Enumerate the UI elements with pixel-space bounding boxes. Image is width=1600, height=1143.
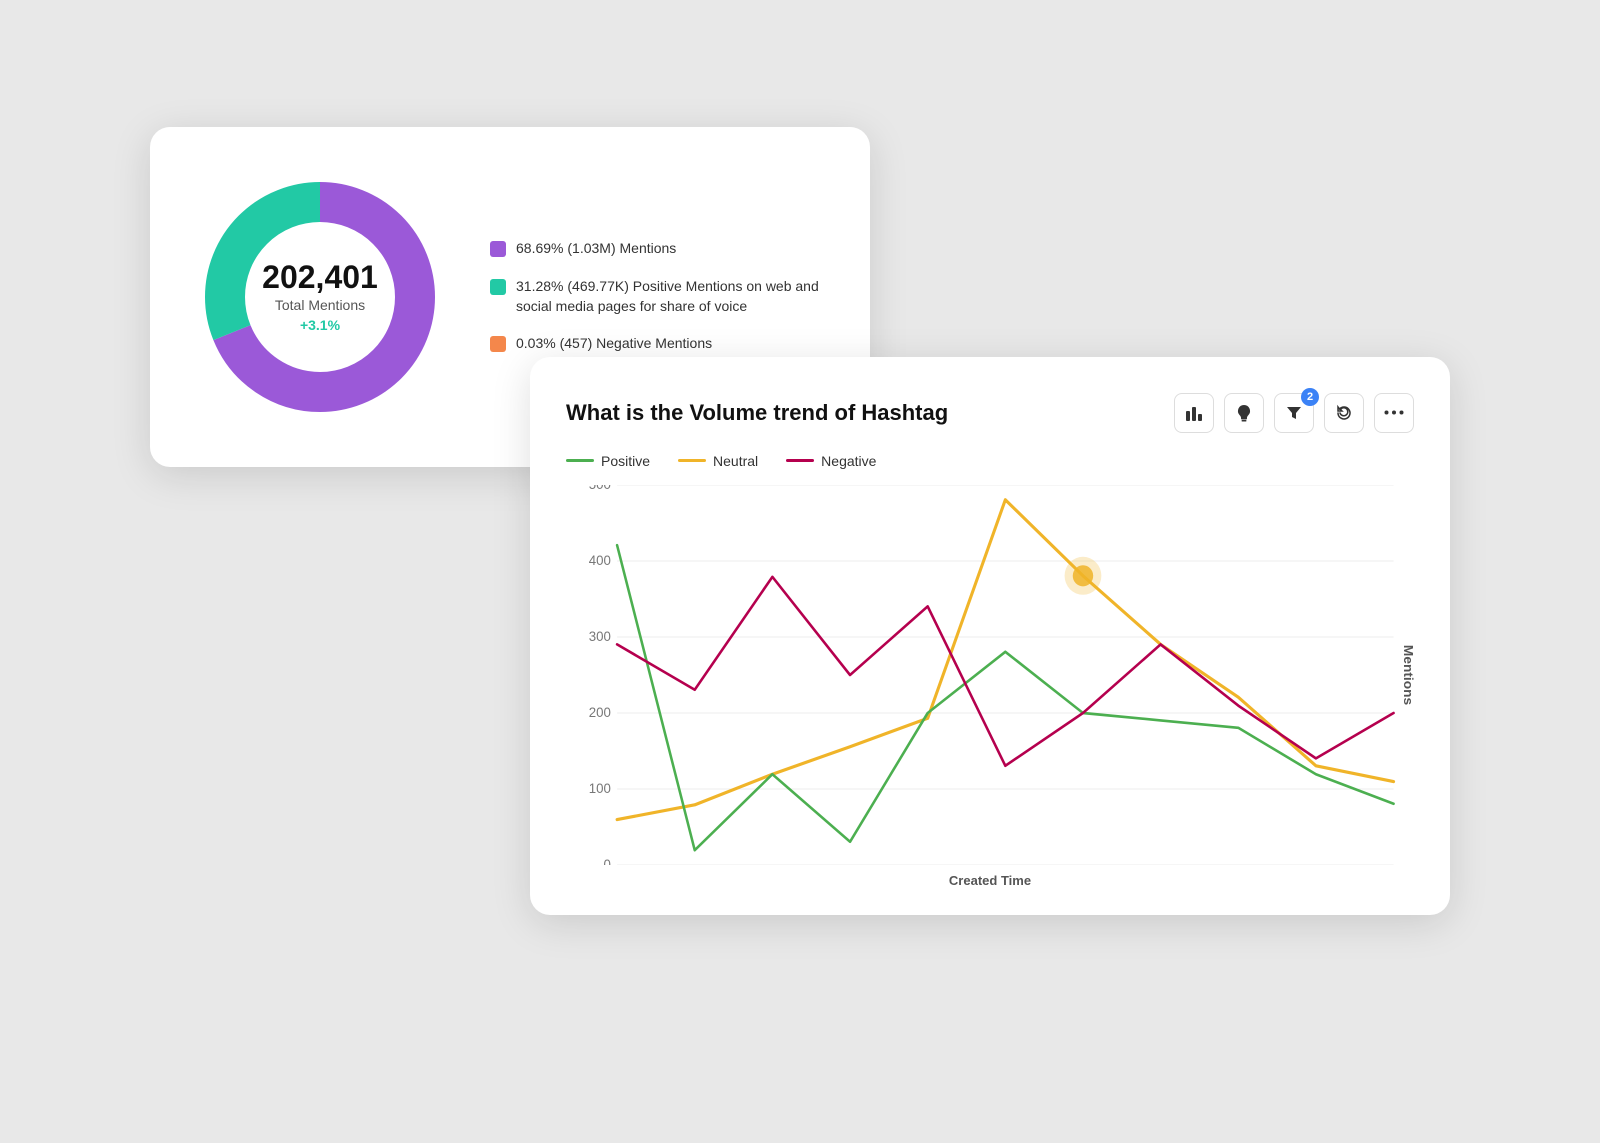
lightbulb-icon bbox=[1234, 403, 1254, 423]
total-label: Total Mentions bbox=[262, 297, 378, 313]
negative-line bbox=[617, 576, 1393, 765]
legend-text-negative: 0.03% (457) Negative Mentions bbox=[516, 334, 712, 354]
more-icon bbox=[1384, 410, 1404, 415]
chart-legend: Positive Neutral Negative bbox=[566, 453, 1414, 469]
filter-badge: 2 bbox=[1301, 388, 1319, 406]
svg-text:200: 200 bbox=[589, 705, 611, 720]
legend-dot-purple bbox=[490, 241, 506, 257]
more-button[interactable] bbox=[1374, 393, 1414, 433]
negative-label: Negative bbox=[821, 453, 876, 469]
svg-text:300: 300 bbox=[589, 629, 611, 644]
positive-line bbox=[617, 545, 1393, 850]
positive-line-sample bbox=[566, 459, 594, 462]
neutral-line bbox=[617, 499, 1393, 819]
svg-text:100: 100 bbox=[589, 781, 611, 796]
neutral-line-sample bbox=[678, 459, 706, 462]
svg-text:500: 500 bbox=[589, 485, 611, 492]
legend-text-mentions: 68.69% (1.03M) Mentions bbox=[516, 239, 676, 259]
chart-header: What is the Volume trend of Hashtag bbox=[566, 393, 1414, 433]
chart-type-button[interactable] bbox=[1174, 393, 1214, 433]
positive-label: Positive bbox=[601, 453, 650, 469]
bar-chart-icon bbox=[1184, 403, 1204, 423]
refresh-icon bbox=[1334, 403, 1354, 423]
filter-button[interactable]: 2 bbox=[1274, 393, 1314, 433]
legend-item-mentions: 68.69% (1.03M) Mentions bbox=[490, 239, 830, 259]
chart-actions: 2 bbox=[1174, 393, 1414, 433]
svg-text:400: 400 bbox=[589, 553, 611, 568]
legend-dot-orange bbox=[490, 336, 506, 352]
legend-dot-teal bbox=[490, 279, 506, 295]
line-chart-svg: 500 400 300 200 100 0 6/09 6/10 6/11 6/1… bbox=[566, 485, 1414, 865]
legend-text-positive: 31.28% (469.77K) Positive Mentions on we… bbox=[516, 277, 830, 316]
chart-area: 500 400 300 200 100 0 6/09 6/10 6/11 6/1… bbox=[566, 485, 1414, 885]
chart-svg-wrap: 500 400 300 200 100 0 6/09 6/10 6/11 6/1… bbox=[566, 485, 1414, 865]
filter-icon bbox=[1284, 403, 1304, 423]
donut-chart: 202,401 Total Mentions +3.1% bbox=[190, 167, 450, 427]
legend-negative: Negative bbox=[786, 453, 876, 469]
tooltip-glow bbox=[1065, 556, 1102, 594]
chart-card: What is the Volume trend of Hashtag bbox=[530, 357, 1450, 915]
donut-center: 202,401 Total Mentions +3.1% bbox=[262, 261, 378, 333]
legend-positive: Positive bbox=[566, 453, 650, 469]
chart-title: What is the Volume trend of Hashtag bbox=[566, 400, 948, 426]
legend-neutral: Neutral bbox=[678, 453, 758, 469]
total-count: 202,401 bbox=[262, 261, 378, 293]
svg-text:Mentions: Mentions bbox=[1401, 644, 1414, 704]
donut-legend: 68.69% (1.03M) Mentions 31.28% (469.77K)… bbox=[490, 239, 830, 353]
neutral-label: Neutral bbox=[713, 453, 758, 469]
legend-item-positive: 31.28% (469.77K) Positive Mentions on we… bbox=[490, 277, 830, 316]
insights-button[interactable] bbox=[1224, 393, 1264, 433]
svg-text:0: 0 bbox=[604, 857, 611, 865]
negative-line-sample bbox=[786, 459, 814, 462]
refresh-button[interactable] bbox=[1324, 393, 1364, 433]
legend-item-negative: 0.03% (457) Negative Mentions bbox=[490, 334, 830, 354]
x-axis-label: Created Time bbox=[566, 873, 1414, 888]
total-change: +3.1% bbox=[262, 317, 378, 333]
